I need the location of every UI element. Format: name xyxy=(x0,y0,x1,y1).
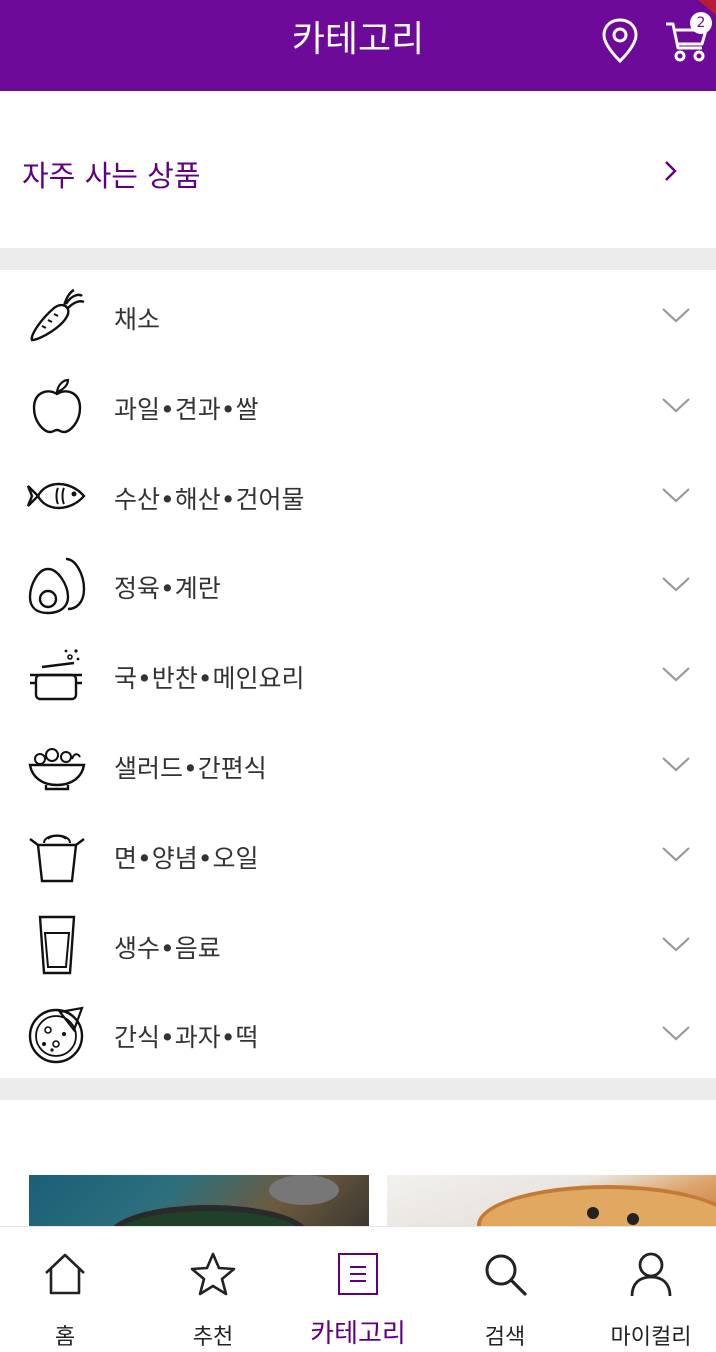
category-item[interactable]: 간식•과자•떡 xyxy=(0,988,716,1078)
chevron-down-icon xyxy=(662,1026,690,1041)
category-label: 간식•과자•떡 xyxy=(114,1023,259,1053)
promo-banner-pizza[interactable] xyxy=(387,1175,716,1230)
bottom-tab-bar: 홈 추천 카테고리 검색 마이컬리 xyxy=(0,1226,716,1352)
app-header: 카테고리 2 xyxy=(0,0,716,91)
pizza-icon xyxy=(28,1006,84,1064)
user-icon xyxy=(630,1252,672,1297)
tab-label: 마이컬리 xyxy=(610,1325,692,1350)
spoon-image xyxy=(269,1175,339,1205)
frequent-products-row[interactable]: 자주 사는 상품 xyxy=(0,91,716,248)
location-pin-icon[interactable] xyxy=(598,16,642,66)
tab-label: 카테고리 xyxy=(310,1319,406,1349)
category-item[interactable]: 면•양념•오일 xyxy=(0,809,716,899)
category-item[interactable]: 국•반찬•메인요리 xyxy=(0,629,716,719)
search-icon xyxy=(485,1254,527,1296)
tab-recommend[interactable]: 추천 xyxy=(148,1227,278,1352)
chevron-down-icon xyxy=(662,846,690,862)
category-label: 국•반찬•메인요리 xyxy=(114,664,305,694)
category-item[interactable]: 샐러드•간편식 xyxy=(0,719,716,809)
tab-home[interactable]: 홈 xyxy=(0,1227,130,1352)
category-item[interactable]: 생수•음료 xyxy=(0,899,716,989)
chevron-down-icon xyxy=(662,308,690,323)
star-icon xyxy=(190,1252,236,1296)
chevron-down-icon xyxy=(662,757,690,772)
frequent-products-label: 자주 사는 상품 xyxy=(22,159,201,193)
egg-icon xyxy=(28,558,86,615)
category-item[interactable]: 정육•계란 xyxy=(0,539,716,629)
category-label: 생수•음료 xyxy=(114,933,221,963)
chevron-right-icon xyxy=(665,161,677,181)
tab-search[interactable]: 검색 xyxy=(440,1227,570,1352)
category-item[interactable]: 수산•해산•건어물 xyxy=(0,450,716,540)
noodle-box-icon xyxy=(29,834,85,882)
category-list: 채소 과일•견과•쌀 수산•해산•건어물 정육•계란 국•반찬•메인요리 샐러드… xyxy=(0,270,716,1078)
promo-banner-soup[interactable] xyxy=(29,1175,369,1230)
tab-label: 추천 xyxy=(192,1325,234,1350)
list-icon xyxy=(338,1253,378,1295)
tab-mykurly[interactable]: 마이컬리 xyxy=(586,1227,716,1352)
olive-image xyxy=(627,1213,639,1225)
chevron-down-icon xyxy=(662,577,690,592)
cart-count-badge: 2 xyxy=(690,12,712,34)
category-label: 과일•견과•쌀 xyxy=(114,394,259,424)
carrot-icon xyxy=(30,288,85,342)
tab-category[interactable]: 카테고리 xyxy=(288,1227,428,1352)
salad-bowl-icon xyxy=(28,747,86,791)
chevron-down-icon xyxy=(662,487,690,503)
olive-image xyxy=(587,1207,599,1219)
chevron-down-icon xyxy=(662,397,690,413)
section-divider xyxy=(0,248,716,270)
glass-icon xyxy=(38,915,76,974)
tab-label: 홈 xyxy=(54,1325,76,1350)
category-label: 면•양념•오일 xyxy=(114,843,259,873)
chevron-down-icon xyxy=(662,667,690,682)
category-label: 샐러드•간편식 xyxy=(114,753,267,783)
apple-icon xyxy=(32,378,82,433)
category-label: 수산•해산•건어물 xyxy=(114,484,305,514)
category-item[interactable]: 과일•견과•쌀 xyxy=(0,360,716,450)
section-divider xyxy=(0,1078,716,1100)
fish-icon xyxy=(26,482,86,509)
category-label: 채소 xyxy=(114,305,161,334)
pot-icon xyxy=(30,649,82,701)
category-item[interactable]: 채소 xyxy=(0,270,716,360)
home-icon xyxy=(45,1253,85,1295)
tab-label: 검색 xyxy=(484,1325,526,1350)
chevron-down-icon xyxy=(662,936,690,952)
category-label: 정육•계란 xyxy=(114,574,221,604)
